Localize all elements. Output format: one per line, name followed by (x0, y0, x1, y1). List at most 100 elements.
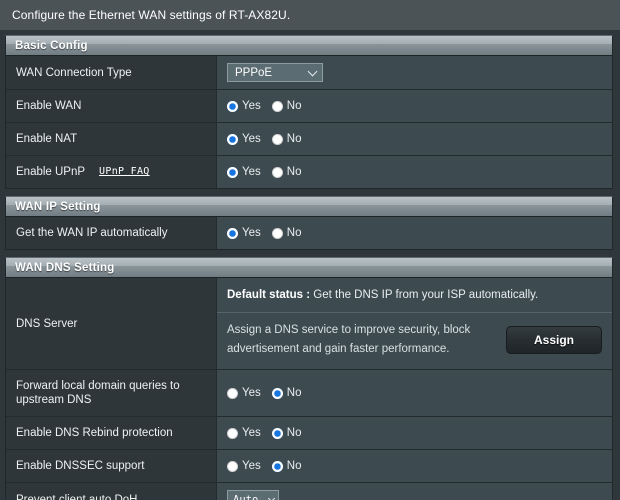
radio-button-icon[interactable] (227, 167, 238, 178)
row-wan-connection-type: WAN Connection Type PPPoE (6, 56, 612, 89)
radio-get-wan-ip-automatically-yes[interactable]: Yes (227, 227, 261, 239)
row-value-cell-wan-connection-type: PPPoE (217, 56, 612, 89)
radio-enable-wan-yes[interactable]: Yes (227, 100, 261, 112)
row-label: Enable NAT (16, 132, 77, 146)
row-label: Forward local domain queries to upstream… (16, 379, 206, 407)
section-wan-ip-setting: WAN IP SettingGet the WAN IP automatical… (5, 196, 613, 250)
row-label-cell-enable-wan: Enable WAN (6, 90, 217, 122)
row-dns-server: DNS Server Default status : Get the DNS I… (6, 278, 612, 369)
radio-label-yes: Yes (242, 460, 261, 472)
row-label: Prevent client auto DoH (16, 493, 137, 500)
radio-button-icon[interactable] (272, 388, 283, 399)
radio-enable-wan-no[interactable]: No (272, 100, 302, 112)
row-enable-dnssec-support: Enable DNSSEC support Yes No (6, 449, 612, 482)
row-value-cell-enable-upnp: Yes No (217, 156, 612, 188)
radio-enable-dns-rebind-protection-yes[interactable]: Yes (227, 427, 261, 439)
section-header-basic-config: Basic Config (6, 36, 612, 56)
row-value-cell-prevent-client-auto-doh: Auto (217, 483, 612, 500)
chevron-down-icon (268, 494, 275, 500)
dns-description: Assign a DNS service to improve security… (227, 321, 496, 359)
radio-button-icon[interactable] (227, 134, 238, 145)
row-label-cell-enable-dnssec-support: Enable DNSSEC support (6, 450, 217, 482)
row-value-cell-enable-nat: Yes No (217, 123, 612, 155)
row-label: DNS Server (16, 317, 77, 331)
radio-group-enable-dns-rebind-protection: Yes No (227, 427, 301, 439)
radio-button-icon[interactable] (272, 228, 283, 239)
select-value: PPPoE (235, 67, 272, 79)
row-label-cell-enable-dns-rebind-protection: Enable DNS Rebind protection (6, 417, 217, 449)
row-enable-upnp: Enable UPnP UPnP FAQ Yes No (6, 155, 612, 188)
section-header-wan-ip-setting: WAN IP Setting (6, 197, 612, 217)
section-title: Basic Config (15, 40, 88, 52)
row-prevent-client-auto-doh: Prevent client auto DoH Auto (6, 482, 612, 500)
radio-button-icon[interactable] (227, 461, 238, 472)
radio-group-forward-local-domain-queries: Yes No (227, 387, 301, 399)
radio-enable-nat-yes[interactable]: Yes (227, 133, 261, 145)
radio-label-yes: Yes (242, 227, 261, 239)
radio-get-wan-ip-automatically-no[interactable]: No (272, 227, 302, 239)
row-enable-wan: Enable WAN Yes No (6, 89, 612, 122)
row-get-wan-ip-automatically: Get the WAN IP automatically Yes No (6, 217, 612, 249)
row-enable-nat: Enable NAT Yes No (6, 122, 612, 155)
radio-label-yes: Yes (242, 166, 261, 178)
radio-label-no: No (287, 133, 302, 145)
radio-enable-dnssec-support-yes[interactable]: Yes (227, 460, 261, 472)
row-label-cell-get-wan-ip-automatically: Get the WAN IP automatically (6, 217, 217, 249)
dns-assign-area: Assign a DNS service to improve security… (217, 313, 612, 369)
radio-button-icon[interactable] (272, 461, 283, 472)
radio-label-no: No (287, 387, 302, 399)
radio-enable-nat-no[interactable]: No (272, 133, 302, 145)
radio-label-yes: Yes (242, 387, 261, 399)
radio-button-icon[interactable] (227, 388, 238, 399)
select-prevent-client-auto-doh[interactable]: Auto (227, 490, 279, 500)
row-value-cell-forward-local-domain-queries: Yes No (217, 370, 612, 416)
dns-default-status: Default status : Get the DNS IP from you… (217, 278, 612, 313)
section-title: WAN DNS Setting (15, 262, 114, 274)
section-basic-config: Basic Config WAN Connection Type PPPoE Enab… (5, 35, 613, 189)
radio-button-icon[interactable] (227, 228, 238, 239)
select-wan-connection-type[interactable]: PPPoE (227, 63, 323, 82)
radio-button-icon[interactable] (272, 167, 283, 178)
radio-label-no: No (287, 227, 302, 239)
row-label: Enable DNSSEC support (16, 459, 144, 473)
radio-label-yes: Yes (242, 427, 261, 439)
row-label-cell-prevent-client-auto-doh: Prevent client auto DoH (6, 483, 217, 500)
radio-group-enable-nat: Yes No (227, 133, 301, 145)
radio-button-icon[interactable] (272, 101, 283, 112)
radio-group-enable-dnssec-support: Yes No (227, 460, 301, 472)
radio-button-icon[interactable] (272, 428, 283, 439)
radio-enable-dnssec-support-no[interactable]: No (272, 460, 302, 472)
radio-label-no: No (287, 427, 302, 439)
row-value-cell-enable-dns-rebind-protection: Yes No (217, 417, 612, 449)
upnp-faq-link[interactable]: UPnP FAQ (99, 165, 150, 179)
row-value-cell-get-wan-ip-automatically: Yes No (217, 217, 612, 249)
row-value-cell-enable-dnssec-support: Yes No (217, 450, 612, 482)
radio-button-icon[interactable] (227, 428, 238, 439)
section-wan-dns-setting: WAN DNS Setting DNS Server Default status … (5, 257, 613, 500)
radio-label-yes: Yes (242, 133, 261, 145)
radio-enable-upnp-yes[interactable]: Yes (227, 166, 261, 178)
row-value-cell-enable-wan: Yes No (217, 90, 612, 122)
row-label-cell-forward-local-domain-queries: Forward local domain queries to upstream… (6, 370, 217, 416)
row-label-cell-enable-nat: Enable NAT (6, 123, 217, 155)
radio-button-icon[interactable] (227, 101, 238, 112)
row-enable-dns-rebind-protection: Enable DNS Rebind protection Yes No (6, 416, 612, 449)
row-label: Enable UPnP (16, 165, 85, 179)
radio-enable-dns-rebind-protection-no[interactable]: No (272, 427, 302, 439)
chevron-down-icon (308, 66, 318, 76)
assign-button[interactable]: Assign (506, 326, 602, 354)
radio-enable-upnp-no[interactable]: No (272, 166, 302, 178)
radio-button-icon[interactable] (272, 134, 283, 145)
row-label: WAN Connection Type (16, 66, 132, 80)
radio-forward-local-domain-queries-yes[interactable]: Yes (227, 387, 261, 399)
radio-label-no: No (287, 100, 302, 112)
page-intro-text: Configure the Ethernet WAN settings of R… (0, 0, 620, 30)
radio-label-yes: Yes (242, 100, 261, 112)
row-label: Get the WAN IP automatically (16, 226, 167, 240)
row-label: Enable WAN (16, 99, 81, 113)
dns-status-text: Get the DNS IP from your ISP automatical… (310, 289, 538, 301)
radio-group-enable-wan: Yes No (227, 100, 301, 112)
radio-forward-local-domain-queries-no[interactable]: No (272, 387, 302, 399)
radio-group-get-wan-ip-automatically: Yes No (227, 227, 301, 239)
row-label-cell-dns-server: DNS Server (6, 278, 217, 369)
